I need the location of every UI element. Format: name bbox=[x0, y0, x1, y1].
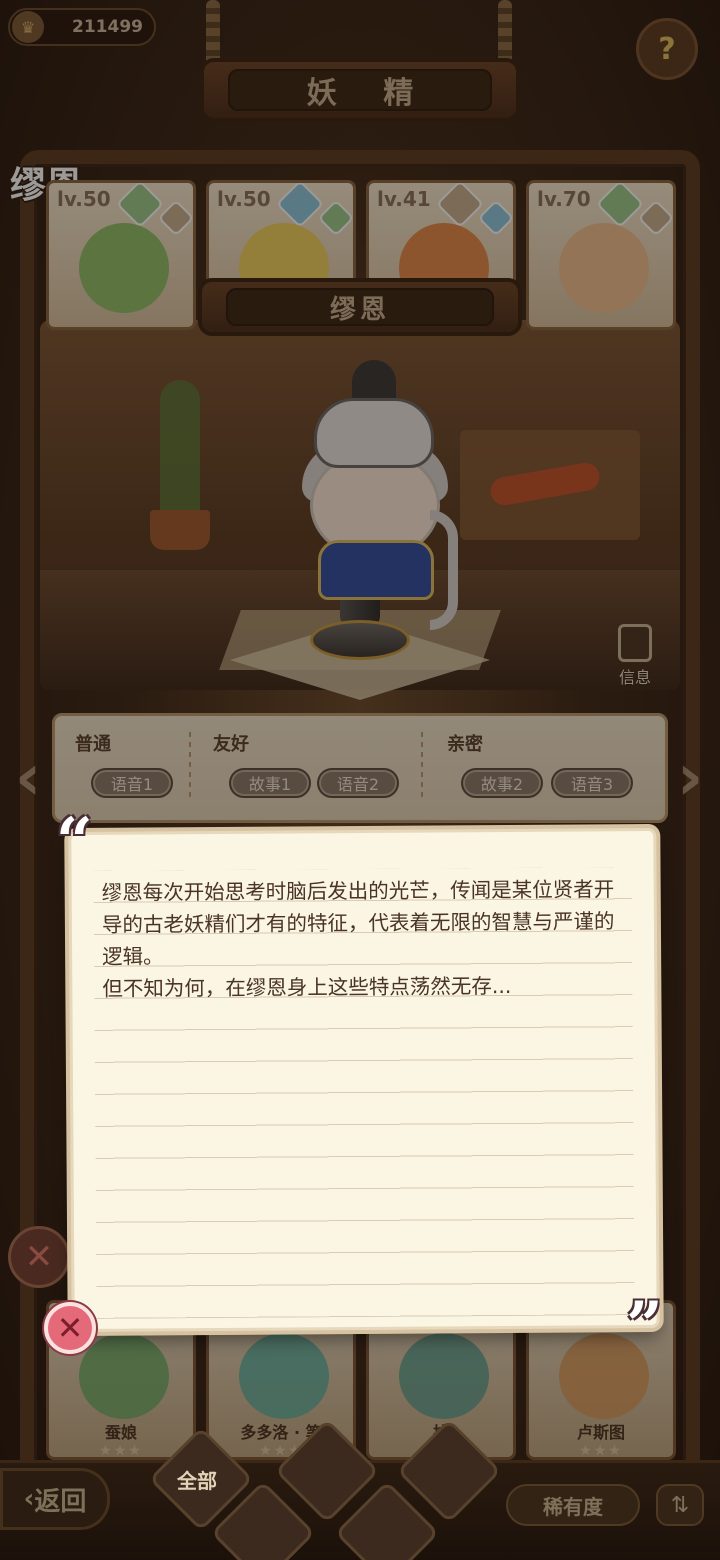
close-icon: ✕ bbox=[56, 1309, 84, 1347]
filter-all-label: 全部 bbox=[177, 1468, 217, 1493]
open-quote-icon: “ bbox=[56, 804, 93, 879]
dimmed-close-button: ✕ bbox=[8, 1226, 70, 1288]
close-icon: ✕ bbox=[24, 1237, 54, 1277]
close-quote-icon: ” bbox=[626, 1288, 663, 1363]
story-note-popup: 缪恩每次开始思考时脑后发出的光芒，传闻是某位贤者开导的古老妖精们才有的特征，代表… bbox=[68, 827, 660, 1333]
note-close-button[interactable]: ✕ bbox=[44, 1302, 96, 1354]
story-text: 缪恩每次开始思考时脑后发出的光芒，传闻是某位贤者开导的古老妖精们才有的特征，代表… bbox=[101, 877, 615, 1001]
